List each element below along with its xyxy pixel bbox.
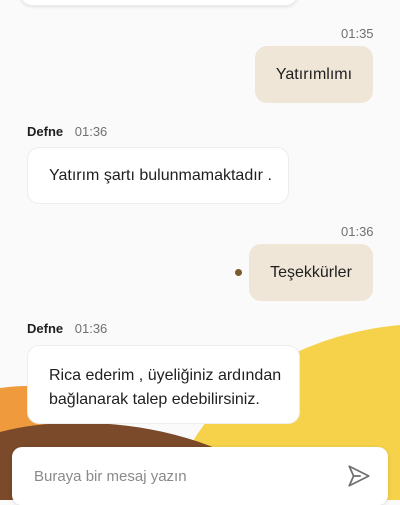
incoming-message-header: Defne 01:36: [27, 124, 107, 139]
message-input[interactable]: [32, 461, 336, 491]
sender-name: Defne: [27, 124, 64, 139]
previous-message-bubble: [20, 0, 298, 6]
incoming-message-text-line: Rica ederim , üyeliğiniz ardından: [49, 367, 282, 384]
message-timestamp: 01:35: [341, 26, 374, 41]
message-timestamp: 01:36: [341, 224, 374, 239]
send-icon[interactable]: [346, 463, 372, 489]
outgoing-message-bubble: Teşekkürler: [249, 244, 373, 301]
incoming-message-text: Yatırım şartı bulunmamaktadır .: [49, 167, 272, 184]
message-composer: [12, 447, 388, 505]
outgoing-message-bubble: Yatırımlımı: [255, 46, 373, 103]
incoming-message-bubble: Yatırım şartı bulunmamaktadır .: [27, 147, 289, 204]
incoming-message-bubble: Rica ederim , üyeliğiniz ardından bağlan…: [27, 345, 300, 424]
message-timestamp: 01:36: [74, 321, 108, 336]
incoming-message-header: Defne 01:36: [27, 321, 107, 336]
incoming-message-text-line: bağlanarak talep edebilirsiniz.: [49, 391, 260, 408]
message-timestamp: 01:36: [74, 124, 108, 139]
read-status-dot: [235, 269, 242, 276]
sender-name: Defne: [27, 321, 64, 336]
